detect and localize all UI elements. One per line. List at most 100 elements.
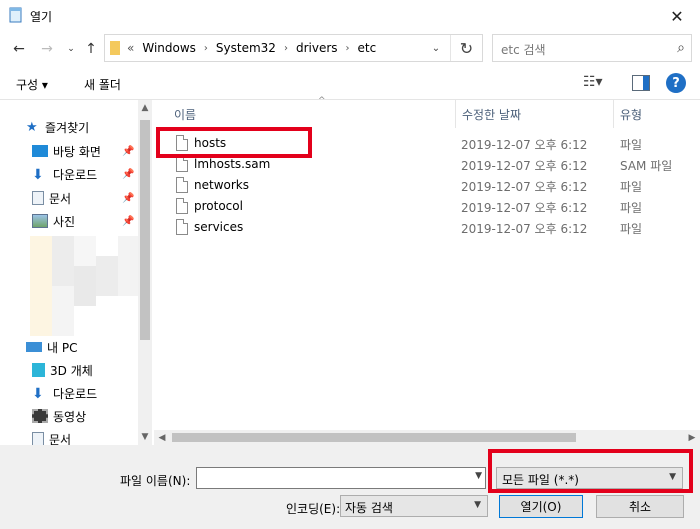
- filename-label: 파일 이름(N):: [120, 474, 191, 488]
- chevron-right-icon[interactable]: ›: [346, 43, 350, 54]
- sidebar-item-desktop[interactable]: 바탕 화면 📌: [32, 140, 154, 162]
- refresh-icon: ↻: [459, 38, 474, 58]
- pin-icon: 📌: [122, 215, 135, 227]
- sidebar-item-3d-objects[interactable]: 3D 개체: [32, 359, 154, 381]
- command-bar: 구성 ▾ 새 폴더 ☷▾ ?: [0, 68, 700, 100]
- breadcrumb: « Windows › System32 › drivers › etc: [127, 41, 376, 55]
- new-folder-button[interactable]: 새 폴더: [84, 76, 121, 93]
- search-input[interactable]: etc 검색 ⌕: [492, 34, 692, 62]
- file-name: lmhosts.sam: [194, 157, 271, 171]
- refresh-button[interactable]: ↻: [450, 35, 482, 61]
- notepad-icon: [9, 7, 22, 23]
- chevron-right-icon[interactable]: ›: [284, 43, 288, 54]
- arrow-up-icon: ↑: [85, 41, 97, 57]
- file-name: hosts: [194, 136, 227, 150]
- sidebar-item-label: 즐겨찾기: [45, 120, 90, 135]
- file-type: 파일: [620, 180, 643, 194]
- sidebar-item-pictures[interactable]: 사진 📌: [32, 210, 154, 232]
- chevron-down-icon[interactable]: ▼: [475, 471, 482, 481]
- address-history-button[interactable]: ⌄: [425, 35, 447, 61]
- sidebar-item-downloads[interactable]: ⬇ 다운로드 📌: [32, 163, 154, 185]
- chevron-down-icon: ⌄: [67, 44, 75, 54]
- address-bar[interactable]: « Windows › System32 › drivers › etc ⌄ ↻: [104, 34, 483, 62]
- chevron-right-icon[interactable]: ›: [204, 43, 208, 54]
- file-row-networks[interactable]: networks 2019-12-07 오후 6:12 파일: [154, 175, 700, 196]
- sidebar-item-pc-documents[interactable]: 문서: [32, 428, 154, 445]
- file-icon: [176, 156, 188, 172]
- file-icon: [176, 219, 188, 235]
- column-header-type[interactable]: 유형: [614, 100, 700, 128]
- sidebar-scrollbar[interactable]: ▲ ▼: [138, 100, 152, 445]
- column-header-date[interactable]: 수정한 날짜: [456, 100, 614, 128]
- open-button[interactable]: 열기(O): [499, 495, 583, 518]
- column-header-label: 이름: [174, 107, 197, 122]
- breadcrumb-system32[interactable]: System32: [216, 41, 276, 55]
- file-list: ^ 이름 수정한 날짜 유형 hosts 2019-12-07 오후 6:12 …: [154, 96, 700, 430]
- navigation-pane: ★ 즐겨찾기 바탕 화면 📌 ⬇ 다운로드 📌 문서 📌 사진 📌 내 PC 3…: [0, 100, 154, 445]
- file-row-protocol[interactable]: protocol 2019-12-07 오후 6:12 파일: [154, 196, 700, 217]
- cube-icon: [32, 363, 45, 377]
- encoding-label: 인코딩(E):: [286, 502, 341, 516]
- sidebar-item-quick-access[interactable]: ★ 즐겨찾기: [26, 116, 154, 138]
- close-button[interactable]: ✕: [654, 0, 700, 32]
- recent-locations-button[interactable]: ⌄: [60, 38, 82, 60]
- file-icon: [176, 177, 188, 193]
- file-row-services[interactable]: services 2019-12-07 오후 6:12 파일: [154, 217, 700, 238]
- chevron-down-icon: ⌄: [431, 42, 441, 54]
- pin-icon: 📌: [122, 168, 135, 180]
- up-button[interactable]: ↑: [80, 38, 102, 60]
- download-arrow-icon: ⬇: [32, 386, 44, 402]
- file-name: protocol: [194, 199, 243, 213]
- back-button[interactable]: ←: [8, 38, 30, 60]
- desktop-icon: [32, 145, 48, 157]
- sidebar-item-label: 사진: [53, 214, 76, 229]
- window-title: 열기: [30, 10, 53, 24]
- file-date: 2019-12-07 오후 6:12: [461, 180, 588, 194]
- view-options-icon[interactable]: ☷▾: [583, 74, 605, 94]
- cancel-button[interactable]: 취소: [596, 495, 684, 518]
- dialog-footer: 파일 이름(N): ▼ 모든 파일 (*.*) ▼ 인코딩(E): 자동 검색 …: [0, 445, 700, 529]
- file-type: 파일: [620, 138, 643, 152]
- file-type: 파일: [620, 201, 643, 215]
- computer-icon: [26, 342, 42, 352]
- filetype-select[interactable]: 모든 파일 (*.*) ▼: [496, 467, 683, 489]
- scroll-left-icon[interactable]: ◀: [154, 430, 170, 445]
- picture-icon: [32, 214, 48, 228]
- scroll-right-icon[interactable]: ▶: [684, 430, 700, 445]
- sidebar-item-label: 다운로드: [53, 386, 98, 401]
- filename-field[interactable]: ▼: [196, 467, 486, 489]
- help-icon[interactable]: ?: [666, 73, 686, 93]
- file-date: 2019-12-07 오후 6:12: [461, 159, 588, 173]
- file-list-scrollbar[interactable]: ◀ ▶: [154, 430, 700, 445]
- scrollbar-thumb[interactable]: [172, 433, 576, 442]
- scrollbar-thumb[interactable]: [140, 120, 150, 340]
- breadcrumb-windows[interactable]: Windows: [142, 41, 196, 55]
- sidebar-item-videos[interactable]: 동영상: [32, 405, 154, 427]
- sort-ascending-icon: ^: [318, 96, 326, 106]
- sidebar-item-pc-downloads[interactable]: ⬇ 다운로드: [32, 382, 154, 404]
- column-header-name[interactable]: ^ 이름: [168, 96, 456, 128]
- file-row-hosts[interactable]: hosts 2019-12-07 오후 6:12 파일: [154, 133, 700, 154]
- file-date: 2019-12-07 오후 6:12: [461, 138, 588, 152]
- chevron-down-icon: ▼: [669, 472, 676, 482]
- forward-button[interactable]: →: [36, 38, 58, 60]
- column-header-label: 유형: [620, 107, 643, 122]
- encoding-select[interactable]: 자동 검색 ▼: [340, 495, 488, 517]
- sidebar-item-label: 3D 개체: [50, 363, 93, 378]
- file-date: 2019-12-07 오후 6:12: [461, 201, 588, 215]
- scroll-down-icon[interactable]: ▼: [138, 429, 152, 445]
- scroll-up-icon[interactable]: ▲: [138, 100, 152, 116]
- organize-button[interactable]: 구성 ▾: [16, 76, 48, 93]
- film-icon: [32, 409, 48, 423]
- sidebar-item-label: 동영상: [53, 409, 87, 424]
- sidebar-item-documents[interactable]: 문서 📌: [32, 187, 154, 209]
- breadcrumb-etc[interactable]: etc: [358, 41, 377, 55]
- breadcrumb-overflow[interactable]: «: [127, 41, 134, 55]
- preview-pane-icon[interactable]: [632, 75, 650, 91]
- sidebar-item-label: 문서: [49, 432, 72, 446]
- file-row-lmhosts[interactable]: lmhosts.sam 2019-12-07 오후 6:12 SAM 파일: [154, 154, 700, 175]
- sidebar-item-this-pc[interactable]: 내 PC: [26, 336, 154, 358]
- blurred-pinned-items: [30, 236, 138, 336]
- breadcrumb-drivers[interactable]: drivers: [296, 41, 338, 55]
- sidebar-item-label: 바탕 화면: [53, 144, 101, 159]
